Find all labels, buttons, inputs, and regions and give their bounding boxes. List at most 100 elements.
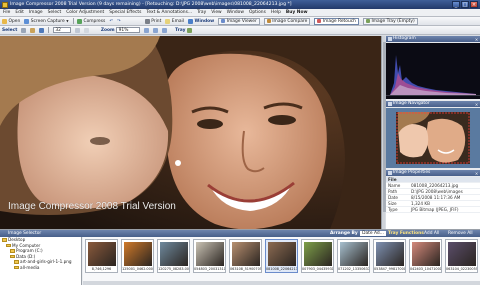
menu-text-annotations[interactable]: Text & Annotations... <box>146 10 192 15</box>
select-tool[interactable]: Select <box>2 28 17 33</box>
navigator-preview[interactable] <box>386 108 480 168</box>
image-selector-panel: Image Selector Arrange By Date Ad... Tra… <box>0 229 480 285</box>
tab-image-retouch-label: Image Retouch <box>322 18 356 24</box>
font-size-field[interactable]: 32 <box>52 27 71 33</box>
color-swatch-icon[interactable] <box>74 27 80 33</box>
menu-color-adjustment[interactable]: Color Adjustment <box>66 10 104 15</box>
menu-window[interactable]: Window <box>227 10 244 15</box>
right-panels: Histogram × Image Navigator × Image Prop… <box>386 36 480 229</box>
remove-all-button[interactable]: Remove All <box>448 230 473 237</box>
menu-help[interactable]: Help <box>271 10 281 15</box>
properties-header[interactable]: Image Properties × <box>386 170 480 176</box>
image-selector-title: Image Selector <box>8 231 42 236</box>
menu-view[interactable]: View <box>211 10 221 15</box>
prop-value: 8/15/2008 11:17:36 AM <box>411 195 461 200</box>
properties-list: File Name 081008_22064213.jpg Path D:\JPG … <box>386 177 480 229</box>
tab-image-viewer-label: Image Viewer <box>226 18 257 24</box>
histogram-graph <box>386 55 480 96</box>
printer-icon <box>144 18 150 24</box>
thumbnail[interactable]: 007903_04435931 <box>301 239 334 273</box>
redo-button[interactable]: ↷ <box>117 19 121 24</box>
thumbnail[interactable]: 081008_22064213 <box>265 239 298 273</box>
zoom-out-icon[interactable] <box>153 27 159 33</box>
tree-node[interactable]: all-media <box>0 265 81 271</box>
image-canvas[interactable]: Image Compressor 2008 Trial Version <box>0 36 385 229</box>
folder-open-icon <box>2 18 7 24</box>
compress-button[interactable]: Compress <box>77 18 105 24</box>
histogram-header[interactable]: Histogram × <box>386 36 480 42</box>
menu-tray[interactable]: Tray <box>197 10 206 15</box>
add-all-button[interactable]: Add All <box>424 230 439 237</box>
thumbnail[interactable]: 120275_08283.00 <box>157 239 190 273</box>
thumbnail-image <box>124 242 152 266</box>
close-icon[interactable]: × <box>474 37 479 42</box>
menu-special-effects[interactable]: Special Effects <box>109 10 141 15</box>
tab-image-retouch[interactable]: Image Retouch <box>314 17 359 25</box>
thumbnail-caption: 042403_10471001 <box>410 267 441 271</box>
menu-image[interactable]: Image <box>29 10 43 15</box>
font-size-value: 32 <box>55 27 61 33</box>
zoom-in-icon[interactable] <box>144 27 150 33</box>
minimize-button[interactable]: _ <box>452 1 460 8</box>
screen-capture-button[interactable]: Screen Capture ▼ <box>24 18 69 24</box>
menu-buy-now[interactable]: Buy Now <box>286 10 308 15</box>
thumbnail[interactable]: 063108_51900705 <box>229 239 262 273</box>
menu-options[interactable]: Options <box>249 10 266 15</box>
undo-icon: ↶ <box>109 18 113 24</box>
text-tool-icon[interactable] <box>39 27 45 33</box>
arrange-by-control[interactable]: Arrange By Date Ad... <box>330 230 386 237</box>
menu-edit[interactable]: Edit <box>15 10 24 15</box>
menu-select[interactable]: Select <box>48 10 62 15</box>
tab-image-viewer[interactable]: Image Viewer <box>218 17 260 25</box>
close-icon[interactable]: × <box>474 102 479 107</box>
tray-label: Tray <box>175 27 186 33</box>
print-label: Print <box>151 18 162 24</box>
prop-value: 081008_22064213.jpg <box>411 183 459 188</box>
window-button[interactable]: Window <box>187 18 214 24</box>
vertical-scrollbar[interactable] <box>381 36 386 229</box>
tab-image-tray[interactable]: Image Tray (Empty) <box>362 17 418 25</box>
thumbnail-scrollbar[interactable] <box>83 281 480 285</box>
prop-key: Type <box>388 207 398 212</box>
thumbnail[interactable]: 054803_20031311 <box>193 239 226 273</box>
email-button[interactable]: Email <box>165 18 184 24</box>
tray-button[interactable]: Tray <box>175 27 192 33</box>
pin-icon[interactable] <box>387 171 392 175</box>
thumbnail[interactable]: 071202_13350637 <box>337 239 370 273</box>
thumbnail-caption: 8,746,1296 <box>91 267 112 271</box>
pin-icon[interactable] <box>387 37 392 41</box>
thumbnail[interactable]: 053847_99817000 <box>373 239 406 273</box>
thumbnail[interactable]: 125001_0462.000 <box>121 239 154 273</box>
tray-functions-button[interactable]: Tray Functions <box>388 230 424 237</box>
folder-icon <box>14 265 19 269</box>
main-toolbar: Open Screen Capture ▼ Compress ↶ ↷ Print… <box>0 17 480 26</box>
window-title-bar[interactable]: Image Compressor 2008 Trial Version (9 d… <box>0 0 480 9</box>
trial-watermark: Image Compressor 2008 Trial Version <box>8 201 176 212</box>
folder-tree[interactable]: Desktop My Computer Program (C:) Data (D:) a… <box>0 237 82 285</box>
zoom-control: Zoom 91% <box>101 27 141 33</box>
align-icon[interactable] <box>83 27 89 33</box>
marquee-icon[interactable] <box>21 27 27 33</box>
close-button[interactable]: × <box>470 1 478 8</box>
window-icon <box>187 18 193 24</box>
fit-icon[interactable] <box>162 27 168 33</box>
maximize-button[interactable]: □ <box>461 1 469 8</box>
thumbnail-strip: 8,746,1296 125001_0462.000 120275_08283.00… <box>83 237 480 285</box>
print-button[interactable]: Print <box>144 18 162 24</box>
tab-image-compare[interactable]: Image Compare <box>263 17 311 25</box>
thumbnail[interactable]: 042403_10471001 <box>409 239 442 273</box>
prop-value: D:\JPG 2008\web\images <box>411 189 463 194</box>
zoom-field[interactable]: 91% <box>116 27 141 33</box>
brush-icon[interactable] <box>30 27 36 33</box>
thumbnail-image <box>160 242 188 266</box>
menu-file[interactable]: File <box>3 10 10 15</box>
navigator-header[interactable]: Image Navigator × <box>386 101 480 107</box>
open-button[interactable]: Open <box>2 18 20 24</box>
undo-button[interactable]: ↶ <box>109 19 113 24</box>
pin-icon[interactable] <box>387 102 392 106</box>
thumbnail[interactable]: 8,746,1296 <box>85 239 118 273</box>
folder-icon <box>6 243 11 247</box>
thumbnail[interactable]: 063104_02230055 <box>445 239 478 273</box>
close-icon[interactable]: × <box>474 171 479 176</box>
arrange-by-dropdown[interactable]: Date Ad... <box>360 231 386 236</box>
